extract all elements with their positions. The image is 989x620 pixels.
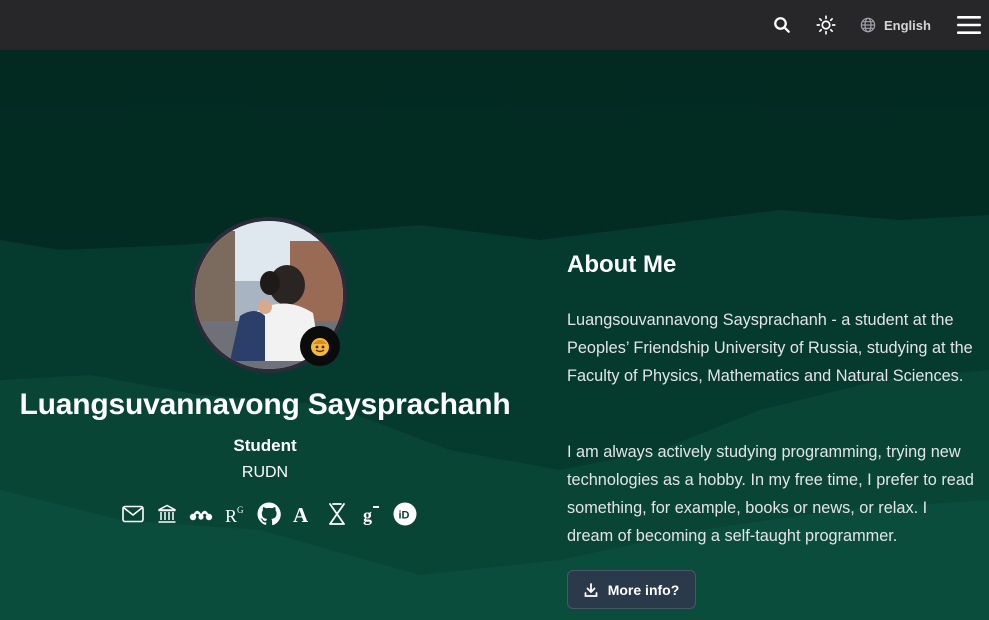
scopus-link[interactable] [320, 500, 354, 528]
email-icon [122, 505, 144, 523]
profile-organization: RUDN [241, 464, 289, 481]
academia-icon: A [293, 503, 309, 525]
svg-text:g: g [363, 505, 372, 525]
svg-text:G: G [237, 505, 244, 515]
theme-toggle-button[interactable] [812, 0, 840, 50]
sun-icon [816, 15, 836, 35]
svg-text:iD: iD [399, 510, 410, 522]
about-paragraph-2: I am always actively studying programmin… [567, 443, 974, 545]
orcid-icon: iD [393, 502, 417, 526]
scopus-icon [329, 503, 345, 525]
search-icon [774, 17, 790, 33]
researchgate-link[interactable]: R G [218, 500, 252, 528]
social-links: R G A g iD [116, 500, 422, 528]
language-label: English [884, 17, 931, 33]
github-icon [257, 502, 281, 526]
about-paragraph-1: Luangsouvannavong Saysprachanh - a stude… [567, 311, 973, 385]
more-info-label: More info? [607, 581, 680, 598]
globe-icon [860, 17, 876, 33]
profile-name: Luangsuvannavong Saysprachanh [19, 388, 511, 421]
download-icon [584, 582, 598, 597]
profile-avatar-container [191, 217, 347, 373]
orcid-link[interactable]: iD [388, 500, 422, 528]
more-info-button[interactable]: More info? [567, 570, 696, 609]
github-link[interactable] [252, 500, 286, 528]
researchgate-icon: R G [225, 505, 244, 525]
institution-link[interactable] [150, 500, 184, 528]
google-scholar-link[interactable]: g [354, 500, 388, 528]
search-button[interactable] [768, 0, 796, 50]
academia-link[interactable]: A [286, 500, 320, 528]
profile-role: Student [233, 436, 297, 455]
google-scholar-icon: g [363, 505, 379, 525]
email-link[interactable] [116, 500, 150, 528]
svg-text:A: A [293, 503, 309, 525]
svg-text:R: R [225, 506, 237, 525]
emoji-badge-icon [300, 326, 340, 366]
about-title: About Me [567, 251, 677, 278]
language-selector[interactable]: English [860, 0, 936, 50]
top-navbar: English [0, 0, 989, 50]
menu-button[interactable] [955, 0, 983, 50]
mendeley-icon [189, 510, 213, 521]
institution-icon [158, 504, 176, 523]
mendeley-link[interactable] [184, 500, 218, 528]
hamburger-menu-icon [957, 16, 981, 34]
